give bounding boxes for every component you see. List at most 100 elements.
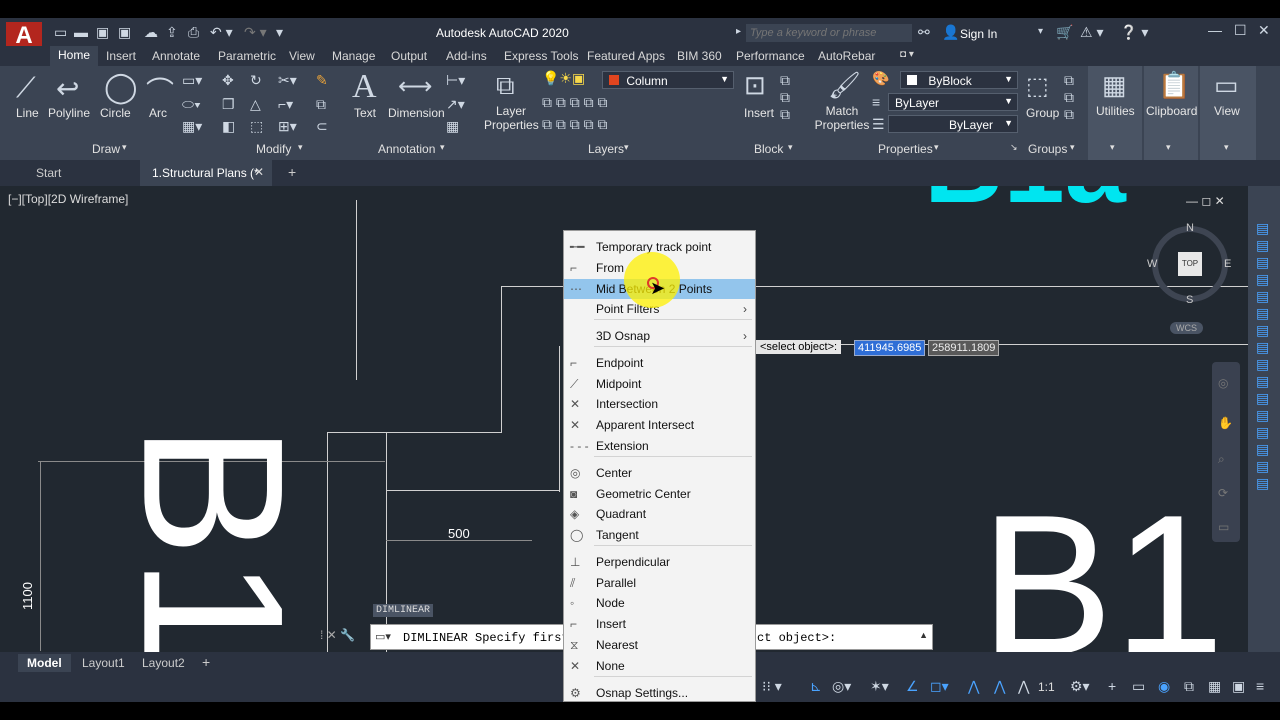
layers-panel-label[interactable]: Layers (588, 142, 624, 156)
text-button[interactable]: Text (354, 106, 376, 120)
menu-item-apparent-intersect[interactable]: ✕ Apparent Intersect (564, 415, 755, 435)
user-icon[interactable]: 👤 (942, 24, 959, 41)
tab-manage[interactable]: Manage (332, 49, 375, 63)
steering-wheel-icon[interactable]: ◎ (1218, 376, 1228, 390)
workspace-gear-icon[interactable]: ⚙▾ (1070, 678, 1090, 695)
dynamic-input-y[interactable]: 258911.1809 (928, 340, 1000, 356)
modify-panel-label[interactable]: Modify (256, 142, 291, 156)
menu-item-nearest[interactable]: ⧖ Nearest (564, 635, 755, 655)
table-icon[interactable]: ▦ (446, 118, 459, 135)
line-icon[interactable]: ⟋ (16, 72, 36, 105)
menu-item-intersection[interactable]: ✕ Intersection (564, 394, 755, 414)
save-as-icon[interactable]: ▣ (118, 24, 131, 41)
modify-expand-icon[interactable]: ▾ (298, 142, 303, 153)
polar-icon[interactable]: ◎▾ (832, 678, 851, 695)
plus-icon[interactable]: + (1108, 678, 1116, 694)
tab-addins[interactable]: Add-ins (446, 49, 487, 63)
mirror-icon[interactable]: △ (250, 96, 261, 113)
binoculars-icon[interactable]: ⚯ (918, 24, 930, 41)
isolate-objects-icon[interactable]: ▭ (1132, 678, 1145, 695)
palette-tool-icon[interactable]: ▤ ▤ ▤ ▤ ▤ ▤ ▤ ▤ ▤ ▤ ▤ ▤ ▤ ▤ ▤ ▤ (1256, 220, 1269, 492)
search-arrow-icon[interactable]: ▸ (736, 26, 741, 37)
showmotion-icon[interactable]: ▭ (1218, 520, 1229, 534)
tab-express-tools[interactable]: Express Tools (504, 49, 578, 63)
erase-icon[interactable]: ✎ (316, 72, 328, 89)
layers-expand-icon[interactable]: ▾ (624, 142, 629, 153)
annotation-expand-icon[interactable]: ▾ (440, 142, 445, 153)
gradient-icon[interactable]: ▦▾ (182, 118, 202, 135)
tab-bim360[interactable]: BIM 360 (677, 49, 722, 63)
start-tab[interactable]: Start (36, 166, 61, 180)
menu-item-geometric-center[interactable]: ◙ Geometric Center (564, 484, 755, 504)
menu-item-extension[interactable]: - - - Extension (564, 436, 755, 456)
utilities-expand-icon[interactable]: ▾ (1110, 142, 1115, 153)
new-tab-icon[interactable]: + (288, 164, 296, 180)
print-icon[interactable]: ⎙ (188, 24, 199, 41)
viewcube-e[interactable]: E (1224, 258, 1231, 270)
viewcube-w[interactable]: W (1147, 258, 1157, 270)
tab-featured-apps[interactable]: Featured Apps (587, 49, 665, 63)
polyline-button[interactable]: Polyline (48, 106, 90, 120)
layout-tab-model[interactable]: Model (18, 654, 71, 672)
undo-icon[interactable]: ↶ ▾ (210, 24, 233, 41)
orbit-icon[interactable]: ⟳ (1218, 486, 1228, 500)
layer-dropdown[interactable]: Column ▼ (602, 71, 734, 89)
calculator-icon[interactable]: ▦ (1102, 70, 1127, 101)
menu-item-endpoint[interactable]: ⌐ Endpoint (564, 353, 755, 373)
groups-expand-icon[interactable]: ▾ (1070, 142, 1075, 153)
wcs-menu[interactable]: WCS (1170, 322, 1203, 334)
layer-properties-icon[interactable]: ⧉ (496, 70, 515, 102)
viewcube-n[interactable]: N (1186, 222, 1194, 234)
clipboard-icon[interactable]: 📋 (1158, 70, 1190, 101)
multileader-icon[interactable]: ↗▾ (446, 96, 465, 113)
move-icon[interactable]: ✥ (222, 72, 234, 89)
draw-expand-icon[interactable]: ▾ (122, 142, 127, 153)
viewcube-top[interactable]: TOP (1178, 252, 1202, 276)
group-tools-icon[interactable]: ⧉ ⧉ ⧉ (1064, 72, 1074, 123)
viewport-restore-icon[interactable]: — ◻ ✕ (1186, 194, 1225, 208)
annotation-scale-value[interactable]: 1:1 (1038, 680, 1055, 694)
dynamic-input-x[interactable]: 411945.6985 (854, 340, 926, 356)
help-icon[interactable]: ❔ ▾ (1120, 24, 1148, 41)
insert-block-icon[interactable]: ⊡ (744, 70, 766, 101)
menu-item-osnap-settings[interactable]: ⚙ Osnap Settings... (564, 683, 755, 703)
command-line-handle[interactable]: ⁞ ✕ 🔧 (320, 628, 355, 642)
menu-item-perpendicular[interactable]: ⊥ Perpendicular (564, 552, 755, 572)
clipboard-button[interactable]: Clipboard (1146, 104, 1197, 118)
tab-insert[interactable]: Insert (106, 49, 136, 63)
rectangle-icon[interactable]: ▭▾ (182, 72, 202, 89)
cloud-icon[interactable]: ☁ (144, 24, 158, 41)
viewcube[interactable]: TOP (1152, 226, 1228, 302)
group-icon[interactable]: ⬚ (1026, 72, 1049, 101)
block-tools-icon[interactable]: ⧉ ⧉ ⧉ (780, 72, 790, 123)
tab-view[interactable]: View (289, 49, 315, 63)
fillet-icon[interactable]: ⌐▾ (278, 96, 293, 113)
menu-item-parallel[interactable]: ⫽ Parallel (564, 573, 755, 593)
groups-panel-label[interactable]: Groups (1028, 142, 1067, 156)
offset-icon[interactable]: ⊂ (316, 118, 328, 135)
zoom-icon[interactable]: ⌕ (1218, 452, 1225, 467)
clean-screen-icon[interactable]: ⧉ (1184, 678, 1194, 695)
connect-icon[interactable]: ⚠ ▾ (1080, 24, 1103, 41)
linetype-icon[interactable]: ≡ (872, 94, 880, 110)
autoscale-icon[interactable]: ⋀ (994, 678, 1005, 695)
copy-icon[interactable]: ❐ (222, 96, 235, 113)
minimize-icon[interactable]: — (1208, 22, 1222, 38)
properties-panel-label[interactable]: Properties (878, 142, 933, 156)
menu-item-node[interactable]: ◦ Node (564, 593, 755, 613)
tab-autorebar[interactable]: AutoRebar (818, 49, 875, 63)
maximize-icon[interactable]: ☐ (1234, 22, 1247, 39)
tab-parametric[interactable]: Parametric (218, 49, 276, 63)
color-dropdown[interactable]: ByBlock ▼ (900, 71, 1018, 89)
active-doc-tab[interactable]: 1.Structural Plans (* ✕ (140, 160, 272, 186)
color-wheel-icon[interactable]: 🎨 (872, 70, 889, 87)
sign-in-dropdown-icon[interactable]: ▾ (1038, 26, 1043, 37)
cart-icon[interactable]: 🛒 (1056, 24, 1073, 41)
layer-tools-row1-icon[interactable]: ⧉ ⧉ ⧉ ⧉ ⧉ (542, 94, 608, 111)
properties-expand-icon[interactable]: ▾ (934, 142, 939, 153)
open-file-icon[interactable]: ▬ (74, 24, 88, 40)
customization-icon[interactable]: ▦ (1208, 678, 1221, 695)
hardware-acceleration-icon[interactable]: ◉ (1158, 678, 1170, 695)
search-input[interactable] (746, 24, 912, 42)
customize-qat-icon[interactable]: ▾ (276, 24, 283, 41)
